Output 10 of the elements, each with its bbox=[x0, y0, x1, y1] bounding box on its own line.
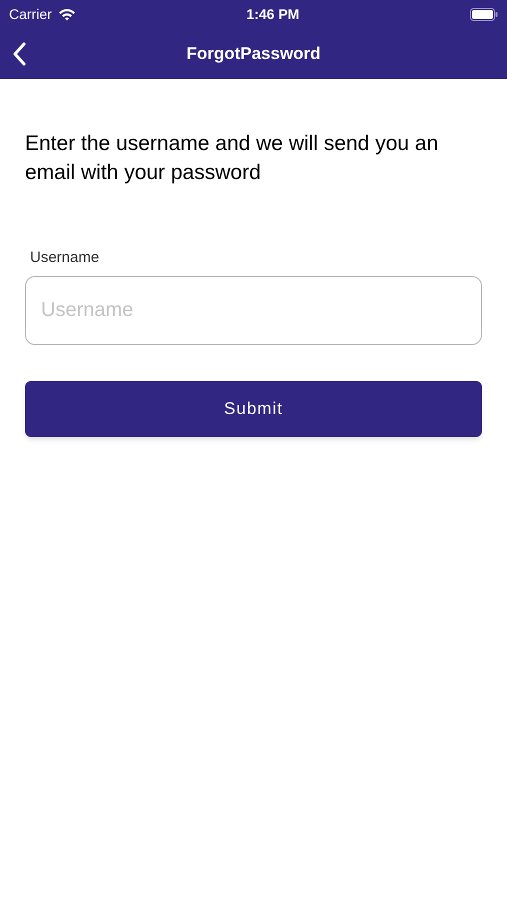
battery-icon bbox=[470, 8, 498, 20]
nav-title: ForgotPassword bbox=[186, 42, 321, 65]
username-field[interactable]: Username bbox=[25, 276, 482, 344]
back-chevron-icon bbox=[12, 42, 26, 66]
submit-button[interactable]: Submit bbox=[25, 380, 482, 436]
carrier-label: Carrier bbox=[9, 4, 52, 24]
instructions-text: Enter the username and we will send you an email with your password bbox=[25, 131, 440, 186]
wifi-icon bbox=[58, 8, 76, 20]
status-time: 1:46 PM bbox=[246, 4, 300, 24]
username-label: Username bbox=[30, 248, 100, 268]
